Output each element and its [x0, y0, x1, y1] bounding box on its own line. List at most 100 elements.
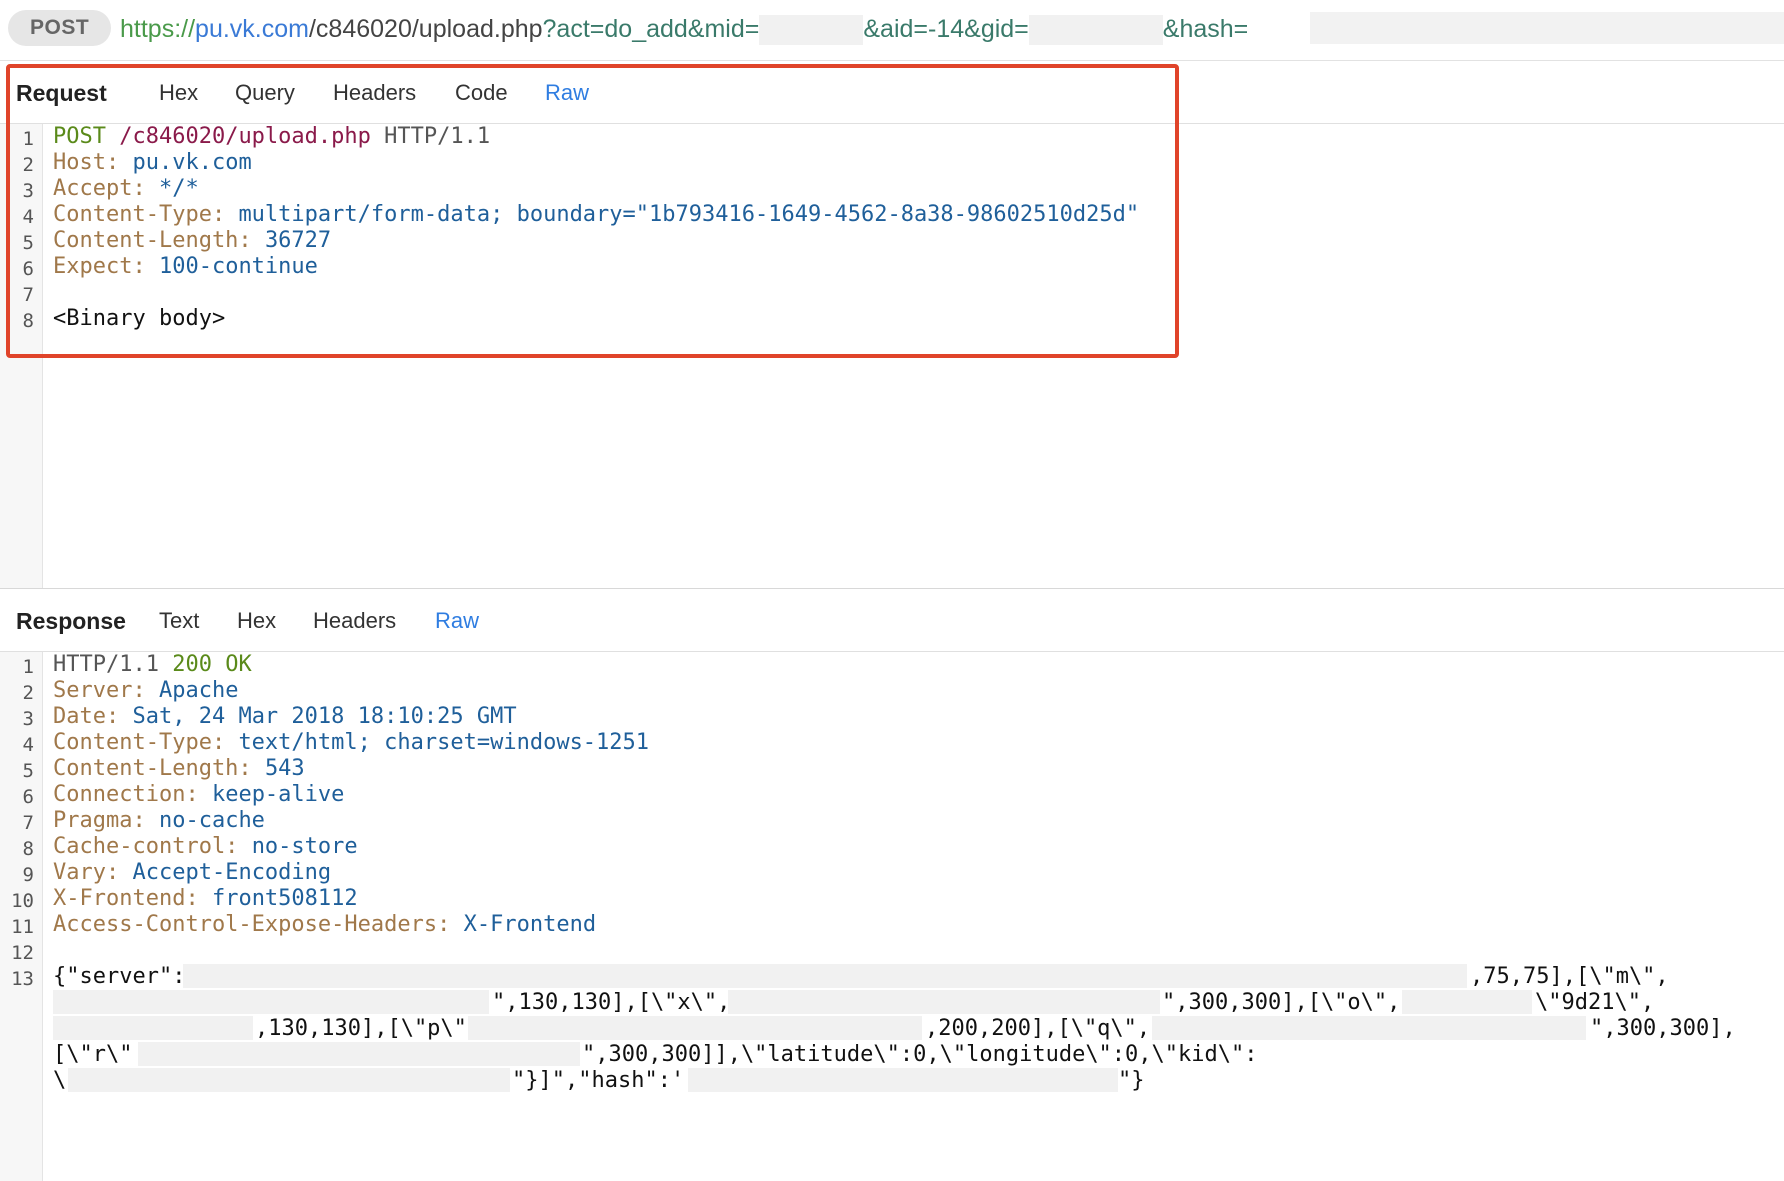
http-method-badge[interactable]: POST	[8, 10, 112, 46]
header-value: no-store	[251, 834, 358, 859]
redacted-body	[1402, 990, 1532, 1014]
response-body-line: "}	[1118, 1068, 1145, 1093]
url-path: /c846020/upload.php	[308, 15, 543, 43]
header-value: front508112	[211, 886, 358, 911]
request-raw-pane[interactable]: 1 2 3 4 5 6 7 8 POST /c846020/upload.php…	[0, 124, 1784, 588]
url-query-act: ?act=do_add&mid=	[542, 15, 760, 43]
header-key: Vary:	[53, 860, 120, 885]
line-number: 4	[22, 206, 34, 228]
header-value: X-Frontend	[463, 912, 597, 937]
response-body-line: ",300,300],	[1590, 1016, 1736, 1041]
response-body-line: ,130,130],[\"p\"	[255, 1016, 467, 1041]
line-number: 7	[22, 284, 34, 306]
response-body-line: {"server":	[53, 964, 186, 989]
request-line: POST /c846020/upload.php HTTP/1.1	[53, 124, 490, 150]
line-number: 3	[22, 708, 34, 730]
pane-divider[interactable]	[0, 588, 1784, 589]
tab-request-code[interactable]: Code	[455, 63, 508, 123]
redacted-body	[68, 1068, 510, 1092]
request-path: /c846020/upload.php	[119, 124, 371, 149]
header-key: Access-Control-Expose-Headers:	[53, 912, 451, 937]
header-key: X-Frontend:	[53, 886, 199, 911]
request-method: POST	[53, 124, 106, 149]
redacted-body	[728, 990, 1160, 1014]
header-key: Content-Type:	[53, 202, 226, 227]
response-body-line: ,200,200],[\"q\",	[925, 1016, 1151, 1041]
header-key: Accept:	[53, 176, 146, 201]
header-line: Accept: */*	[53, 176, 199, 202]
line-number: 8	[22, 838, 34, 860]
redacted-body	[183, 964, 1467, 988]
line-number: 2	[22, 154, 34, 176]
response-body-line: ",300,300],[\"o\",	[1162, 990, 1401, 1015]
response-body-line: ",130,130],[\"x\",	[492, 990, 731, 1015]
redacted-body	[688, 1068, 1118, 1092]
response-title: Response	[16, 608, 126, 634]
url-bar: POST https://pu.vk.com/c846020/upload.ph…	[0, 0, 1784, 61]
header-key: Pragma:	[53, 808, 146, 833]
response-body-line: "}]","hash":'	[512, 1068, 685, 1093]
redacted-mid	[759, 15, 864, 46]
header-value: no-cache	[158, 808, 265, 833]
tab-response-text[interactable]: Text	[159, 591, 199, 651]
header-line: Vary: Accept-Encoding	[53, 860, 331, 886]
header-key: Cache-control:	[53, 834, 239, 859]
header-value: 100-continue	[158, 254, 318, 279]
response-body-line: \"9d21\",	[1535, 990, 1655, 1015]
tab-request-query[interactable]: Query	[235, 63, 295, 123]
response-tab-bar: Response Text Hex Headers Raw	[0, 591, 1784, 652]
line-number: 13	[11, 968, 34, 990]
tab-request-raw[interactable]: Raw	[545, 63, 589, 123]
url-query-hash: &hash=	[1162, 15, 1249, 43]
status-line: HTTP/1.1 200 OK	[53, 652, 252, 678]
url-host: pu.vk.com	[195, 15, 309, 43]
response-body-line: \	[53, 1068, 67, 1093]
header-value: keep-alive	[211, 782, 345, 807]
request-tab-bar: Request Hex Query Headers Code Raw	[0, 63, 1784, 124]
header-key: Host:	[53, 150, 120, 175]
header-line: Access-Control-Expose-Headers: X-Fronten…	[53, 912, 596, 938]
header-key: Expect:	[53, 254, 146, 279]
header-key: Date:	[53, 704, 120, 729]
redacted-body	[53, 990, 489, 1014]
header-value: Accept-Encoding	[132, 860, 332, 885]
header-value: 36727	[264, 228, 332, 253]
header-value: */*	[158, 176, 199, 201]
line-number: 5	[22, 232, 34, 254]
response-body-line: ,75,75],[\"m\",	[1470, 964, 1669, 989]
header-key: Content-Length:	[53, 228, 252, 253]
line-number: 4	[22, 734, 34, 756]
line-number: 1	[22, 656, 34, 678]
response-body-line: [\"r\"	[53, 1042, 133, 1067]
tab-response-hex[interactable]: Hex	[237, 591, 276, 651]
header-key: Server:	[53, 678, 146, 703]
tab-response-raw[interactable]: Raw	[435, 591, 479, 651]
header-line: Connection: keep-alive	[53, 782, 344, 808]
url-query-aid: &aid=-14&gid=	[863, 15, 1029, 43]
request-title: Request	[16, 80, 107, 106]
line-number: 9	[22, 864, 34, 886]
response-status: 200 OK	[172, 652, 252, 677]
header-key: Connection:	[53, 782, 199, 807]
redacted-hash	[1310, 12, 1784, 44]
redacted-gid	[1028, 15, 1163, 46]
tab-response-headers[interactable]: Headers	[313, 591, 396, 651]
header-key: Content-Length:	[53, 756, 252, 781]
redacted-body	[138, 1042, 580, 1066]
tab-request-headers[interactable]: Headers	[333, 63, 416, 123]
response-protocol: HTTP/1.1	[53, 652, 159, 677]
header-line: Expect: 100-continue	[53, 254, 318, 280]
tab-request-hex[interactable]: Hex	[159, 63, 198, 123]
header-line: Host: pu.vk.com	[53, 150, 252, 176]
header-line: Date: Sat, 24 Mar 2018 18:10:25 GMT	[53, 704, 517, 730]
header-value: Apache	[158, 678, 239, 703]
line-number: 7	[22, 812, 34, 834]
header-line: Content-Length: 543	[53, 756, 305, 782]
url-scheme: https://	[120, 15, 196, 43]
request-url[interactable]: https://pu.vk.com/c846020/upload.php?act…	[120, 13, 1249, 46]
request-body: <Binary body>	[53, 306, 226, 331]
response-raw-pane[interactable]: 1 2 3 4 5 6 7 8 9 10 11 12 13 HTTP/1.1 2…	[0, 652, 1784, 1181]
redacted-body	[1152, 1016, 1586, 1040]
header-value: Sat, 24 Mar 2018 18:10:25 GMT	[132, 704, 517, 729]
line-number: 2	[22, 682, 34, 704]
